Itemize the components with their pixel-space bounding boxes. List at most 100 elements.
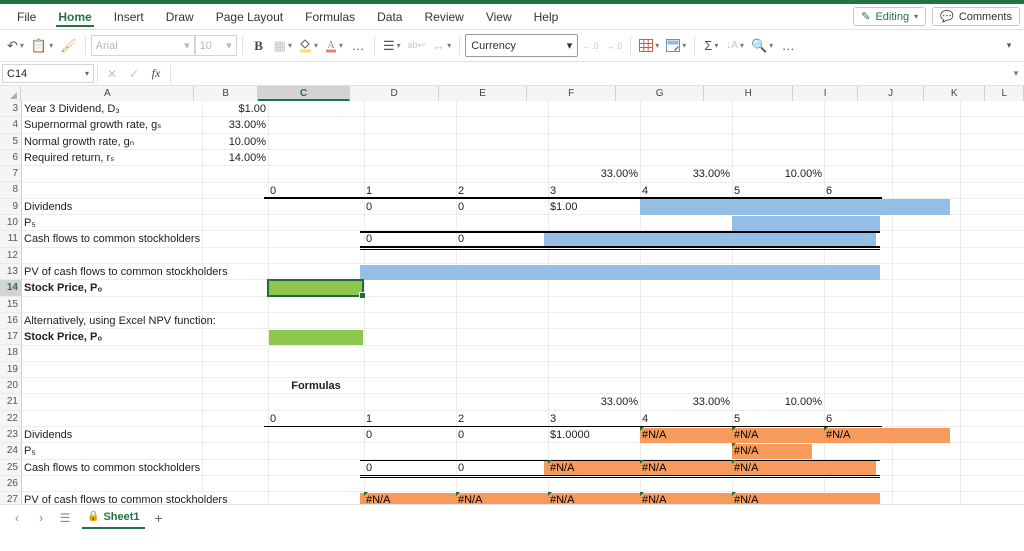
font-size-input[interactable]: 10 ▾ [194, 35, 237, 56]
cell-A3[interactable]: Year 3 Dividend, D₃ [22, 101, 362, 117]
row-header-13[interactable]: 13 [0, 263, 22, 281]
ribbon-tab-draw[interactable]: Draw [155, 4, 205, 29]
row-header-14[interactable]: 14 [0, 280, 22, 297]
ribbon-tab-insert[interactable]: Insert [103, 4, 155, 29]
toolbar-overflow-icon[interactable]: … [777, 33, 799, 59]
font-name-input[interactable]: Arial ▾ [90, 35, 195, 56]
expand-formula-bar-icon[interactable]: ▾ [1008, 68, 1024, 79]
cell-E11[interactable]: 0 [456, 231, 548, 247]
cell-G21[interactable]: 33.00% [640, 394, 732, 410]
row-header-17[interactable]: 17 [0, 329, 22, 346]
ribbon-tab-home[interactable]: Home [47, 4, 102, 29]
row-header-27[interactable]: 27 [0, 492, 22, 504]
paste-icon[interactable]: 📋 ▾ [28, 33, 56, 59]
fill-color-icon[interactable]: ▾ [296, 33, 321, 59]
autosum-icon[interactable]: Σ ▾ [700, 33, 722, 59]
cell-D9[interactable]: 0 [364, 199, 456, 215]
cell-D25[interactable]: 0 [364, 460, 456, 476]
cell-H27[interactable]: #N/A [732, 492, 824, 504]
align-icon[interactable]: ☰ ▾ [380, 33, 404, 59]
cell-E25[interactable]: 0 [456, 460, 548, 476]
ribbon-tab-page-layout[interactable]: Page Layout [205, 4, 294, 29]
cell-A13[interactable]: PV of cash flows to common stockholders [22, 264, 362, 280]
column-header-f[interactable]: F [527, 86, 616, 101]
row-header-18[interactable]: 18 [0, 345, 22, 362]
name-box[interactable]: C14 ▾ [2, 64, 94, 83]
cell-B4[interactable]: 33.00% [202, 117, 268, 133]
comments-button[interactable]: 💬 Comments [932, 7, 1020, 26]
cell-A9[interactable]: Dividends [22, 199, 362, 215]
row-header-4[interactable]: 4 [0, 117, 22, 134]
cell-E9[interactable]: 0 [456, 199, 548, 215]
spreadsheet-grid[interactable]: ABCDEFGHIJKL 3 4 5 6 7 8 9 10 11 12 13 14 15 16 17 18 19… [0, 86, 1024, 504]
column-header-j[interactable]: J [858, 86, 924, 101]
sort-filter-icon[interactable]: ↓A ▾ [723, 33, 747, 59]
bold-button[interactable]: B [248, 33, 270, 59]
cell-A25[interactable]: Cash flows to common stockholders [22, 460, 362, 476]
cell-H8[interactable]: 5 [732, 183, 824, 199]
cell-H22[interactable]: 5 [732, 411, 824, 427]
row-header-9[interactable]: 9 [0, 198, 22, 216]
column-header-l[interactable]: L [985, 86, 1024, 101]
cell-B5[interactable]: 10.00% [202, 134, 268, 150]
cell-E22[interactable]: 2 [456, 411, 548, 427]
cells-area[interactable]: Year 3 Dividend, D₃ $1.00 Supernormal grow… [22, 101, 1024, 504]
cell-E27[interactable]: #N/A [456, 492, 548, 504]
cell-G22[interactable]: 4 [640, 411, 732, 427]
cell-I23[interactable]: #N/A [824, 427, 892, 443]
ribbon-tab-file[interactable]: File [6, 4, 47, 29]
insert-function-icon[interactable]: fx [145, 66, 167, 81]
column-header-a[interactable]: A [21, 86, 195, 101]
cell-F21[interactable]: 33.00% [548, 394, 640, 410]
cell-C8[interactable]: 0 [268, 183, 364, 199]
cell-G23[interactable]: #N/A [640, 427, 732, 443]
cell-H7[interactable]: 10.00% [732, 166, 824, 182]
cell-A23[interactable]: Dividends [22, 427, 362, 443]
column-header-k[interactable]: K [923, 86, 986, 101]
cell-F8[interactable]: 3 [548, 183, 640, 199]
ribbon-collapse-icon[interactable]: ▾ [998, 33, 1020, 59]
editing-mode-button[interactable]: ✎ Editing ▾ [853, 7, 927, 26]
cell-F25[interactable]: #N/A [548, 459, 640, 476]
cell-A5[interactable]: Normal growth rate, gₙ [22, 134, 362, 150]
cell-F9[interactable]: $1.00 [548, 199, 640, 215]
cell-C20[interactable]: Formulas [268, 378, 364, 394]
cell-E8[interactable]: 2 [456, 183, 548, 199]
cell-styles-icon[interactable]: ▾ [663, 33, 689, 59]
previous-sheet-icon[interactable]: ‹ [6, 511, 28, 525]
wrap-text-icon[interactable]: ab↩ [405, 33, 429, 59]
cell-H23[interactable]: #N/A [732, 427, 824, 443]
cell-D22[interactable]: 1 [364, 411, 456, 427]
cell-I22[interactable]: 6 [824, 411, 892, 427]
decrease-decimal-icon[interactable]: ←.0 [579, 33, 602, 59]
increase-decimal-icon[interactable]: →.0 [603, 33, 626, 59]
row-header-21[interactable]: 21 [0, 394, 22, 411]
more-font-options-icon[interactable]: … [347, 33, 369, 59]
cell-A17[interactable]: Stock Price, P₀ [22, 329, 362, 345]
row-header-7[interactable]: 7 [0, 166, 22, 183]
cell-A16[interactable]: Alternatively, using Excel NPV function: [22, 313, 362, 329]
select-all-corner[interactable] [0, 86, 22, 101]
ribbon-tab-review[interactable]: Review [413, 4, 474, 29]
ribbon-tab-formulas[interactable]: Formulas [294, 4, 366, 29]
cell-D27[interactable]: #N/A [364, 492, 456, 504]
cell-A10[interactable]: P₅ [22, 215, 362, 231]
cancel-icon[interactable]: ✕ [101, 67, 123, 81]
format-painter-icon[interactable]: 🖌 [57, 33, 80, 59]
next-sheet-icon[interactable]: › [30, 511, 52, 525]
cell-A14[interactable]: Stock Price, P₀ [22, 280, 362, 296]
borders-icon[interactable]: ▦ ▾ [271, 33, 295, 59]
cell-A11[interactable]: Cash flows to common stockholders [22, 231, 362, 247]
cell-B3[interactable]: $1.00 [202, 101, 268, 117]
row-header-24[interactable]: 24 [0, 443, 22, 460]
cell-H25[interactable]: #N/A [732, 459, 824, 476]
cell-H24[interactable]: #N/A [732, 443, 824, 459]
row-header-25[interactable]: 25 [0, 459, 22, 476]
column-header-b[interactable]: B [194, 86, 258, 101]
column-header-g[interactable]: G [615, 86, 705, 101]
column-header-h[interactable]: H [704, 86, 793, 101]
row-header-5[interactable]: 5 [0, 133, 22, 150]
cell-E23[interactable]: 0 [456, 427, 548, 443]
row-header-12[interactable]: 12 [0, 247, 22, 264]
cell-G27[interactable]: #N/A [640, 492, 732, 504]
